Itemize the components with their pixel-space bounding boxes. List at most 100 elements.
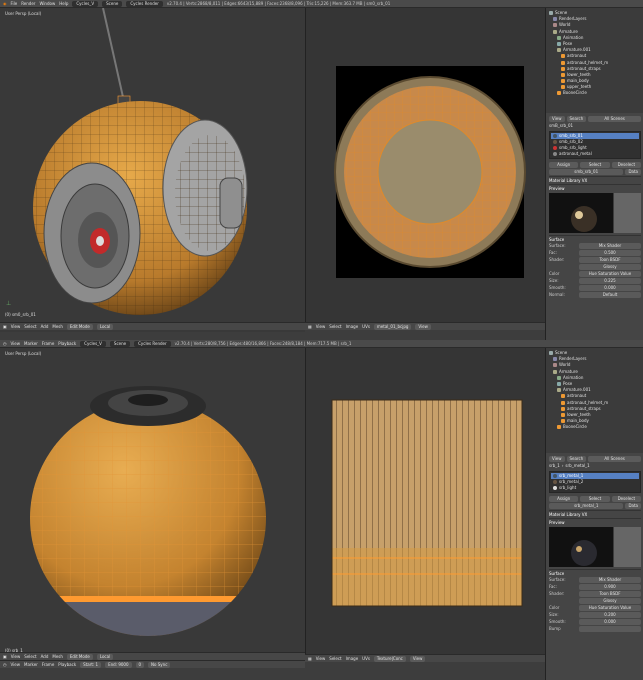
- menu-render[interactable]: Render: [21, 1, 35, 6]
- menu-add[interactable]: Add: [41, 324, 49, 329]
- shader2-field[interactable]: Glossy: [579, 597, 641, 604]
- uv-menu-view[interactable]: View: [316, 656, 326, 661]
- menu-view[interactable]: View: [11, 341, 21, 346]
- menu-file[interactable]: File: [11, 1, 18, 6]
- timeline-playback[interactable]: Playback: [58, 662, 76, 667]
- fac-field[interactable]: 0.900: [579, 583, 641, 590]
- select-button[interactable]: Select: [580, 495, 610, 502]
- menu-window[interactable]: Window: [39, 1, 55, 6]
- start-frame-field[interactable]: Start: 1: [80, 661, 102, 668]
- color-field[interactable]: Hue Saturation Value: [579, 604, 641, 611]
- menu-mesh[interactable]: Mesh: [52, 324, 63, 329]
- viewport-3d[interactable]: User Persp (Local) (0) sm0_srb_01 ⊥: [0, 8, 305, 332]
- assign-button[interactable]: Assign: [549, 161, 579, 168]
- material-slot-list[interactable]: smb_srb_01 smb_srb_02 smb_srb_light astr…: [549, 131, 641, 159]
- props-tab-view[interactable]: View: [549, 455, 565, 462]
- material-slot[interactable]: srb_light: [551, 485, 639, 491]
- scene-selector[interactable]: Scene: [109, 340, 131, 347]
- material-name-field[interactable]: srb_metal_1: [549, 502, 624, 509]
- end-frame-field[interactable]: End: 9000: [105, 661, 132, 668]
- section-preview[interactable]: Preview: [549, 184, 641, 191]
- uv-editor[interactable]: [305, 348, 545, 662]
- data-button[interactable]: Data: [625, 502, 641, 509]
- uv-menu-image[interactable]: Image: [346, 324, 359, 329]
- smooth-field[interactable]: 0.000: [579, 618, 641, 625]
- surface-field[interactable]: Mix Shader: [579, 242, 641, 249]
- image-selector[interactable]: Texture|Conc: [373, 655, 406, 662]
- bump-field[interactable]: [579, 625, 641, 632]
- pivot-selector[interactable]: Local: [96, 653, 114, 660]
- section-surface[interactable]: Surface: [549, 235, 641, 242]
- outliner[interactable]: Scene RenderLayers World Armature Animat…: [546, 8, 643, 113]
- outliner-item[interactable]: BooneCircle: [549, 90, 641, 96]
- assign-button[interactable]: Assign: [549, 495, 579, 502]
- smooth-field[interactable]: 0.000: [579, 284, 641, 291]
- timeline-view[interactable]: View: [11, 662, 21, 667]
- menu-playback[interactable]: Playback: [58, 341, 76, 346]
- props-tab-view[interactable]: View: [549, 115, 565, 122]
- shader-field[interactable]: Toon BSDF: [579, 256, 641, 263]
- mode-selector[interactable]: Edit Mode: [66, 653, 93, 660]
- uv-menu-select[interactable]: Select: [329, 656, 341, 661]
- uv-editor[interactable]: [305, 8, 545, 322]
- material-slot[interactable]: astronaut_metal: [551, 151, 639, 157]
- image-selector[interactable]: metal_01_bcjpg: [373, 323, 412, 330]
- fac-field[interactable]: 0.500: [579, 249, 641, 256]
- sync-selector[interactable]: No Sync: [148, 661, 171, 668]
- section-material-library[interactable]: Material Library VX: [549, 510, 641, 517]
- outliner[interactable]: Scene RenderLayers World Armature Animat…: [546, 348, 643, 453]
- uv-menu-uvs[interactable]: UVs: [362, 324, 370, 329]
- size-field[interactable]: 0.200: [579, 611, 641, 618]
- uv-view-selector[interactable]: View: [415, 323, 431, 330]
- menu-view[interactable]: View: [11, 654, 21, 659]
- material-name-field[interactable]: smb_srb_01: [549, 168, 624, 175]
- props-tab-search[interactable]: Search: [566, 115, 587, 122]
- engine-selector[interactable]: Cycles Render: [126, 0, 163, 7]
- normal-field[interactable]: Default: [579, 291, 641, 298]
- uv-menu-select[interactable]: Select: [329, 324, 341, 329]
- props-tab-scenes[interactable]: All Scenes: [588, 455, 641, 462]
- current-frame-field[interactable]: 0: [135, 661, 145, 668]
- uv-view-selector[interactable]: View: [409, 655, 426, 662]
- color-field[interactable]: Hue Saturation Value: [579, 270, 641, 277]
- editor-type-icon[interactable]: ▣: [3, 654, 7, 659]
- timeline-icon[interactable]: ◷: [3, 341, 7, 346]
- section-preview[interactable]: Preview: [549, 518, 641, 525]
- deselect-button[interactable]: Deselect: [611, 495, 641, 502]
- surface-field[interactable]: Mix Shader: [579, 576, 641, 583]
- timeline-marker[interactable]: Marker: [24, 662, 38, 667]
- menu-select[interactable]: Select: [24, 324, 36, 329]
- pivot-selector[interactable]: Local: [96, 323, 114, 330]
- engine-selector[interactable]: Cycles Render: [134, 340, 171, 347]
- menu-marker[interactable]: Marker: [24, 341, 38, 346]
- uv-menu-uvs[interactable]: UVs: [362, 656, 370, 661]
- props-tab-scenes[interactable]: All Scenes: [588, 115, 641, 122]
- scene-selector[interactable]: Scene: [102, 0, 123, 7]
- section-surface[interactable]: Surface: [549, 569, 641, 576]
- material-slot-list[interactable]: srb_metal_1 srb_metal_2 srb_light: [549, 471, 641, 493]
- select-button[interactable]: Select: [580, 161, 610, 168]
- menu-frame[interactable]: Frame: [42, 341, 54, 346]
- shader-field[interactable]: Toon BSDF: [579, 590, 641, 597]
- layout-selector[interactable]: Cycles_V: [72, 0, 99, 7]
- editor-type-icon[interactable]: ▣: [3, 324, 7, 329]
- viewport-3d[interactable]: User Persp (Local) (0) srb_1: [0, 348, 305, 662]
- layout-selector[interactable]: Cycles_V: [80, 340, 106, 347]
- menu-add[interactable]: Add: [41, 654, 49, 659]
- mode-selector[interactable]: Edit Mode: [66, 323, 93, 330]
- menu-select[interactable]: Select: [24, 654, 36, 659]
- uv-editor-icon[interactable]: ▦: [308, 324, 312, 329]
- data-button[interactable]: Data: [625, 168, 641, 175]
- timeline-frame[interactable]: Frame: [42, 662, 54, 667]
- section-material-library[interactable]: Material Library VX: [549, 176, 641, 183]
- shader2-field[interactable]: Glossy: [579, 263, 641, 270]
- menu-view[interactable]: View: [11, 324, 21, 329]
- uv-menu-image[interactable]: Image: [346, 656, 359, 661]
- props-tab-search[interactable]: Search: [566, 455, 587, 462]
- size-field[interactable]: 0.225: [579, 277, 641, 284]
- deselect-button[interactable]: Deselect: [611, 161, 641, 168]
- menu-help[interactable]: Help: [59, 1, 68, 6]
- timeline-icon[interactable]: ◷: [3, 662, 7, 667]
- uv-menu-view[interactable]: View: [316, 324, 326, 329]
- uv-editor-icon[interactable]: ▦: [308, 656, 312, 661]
